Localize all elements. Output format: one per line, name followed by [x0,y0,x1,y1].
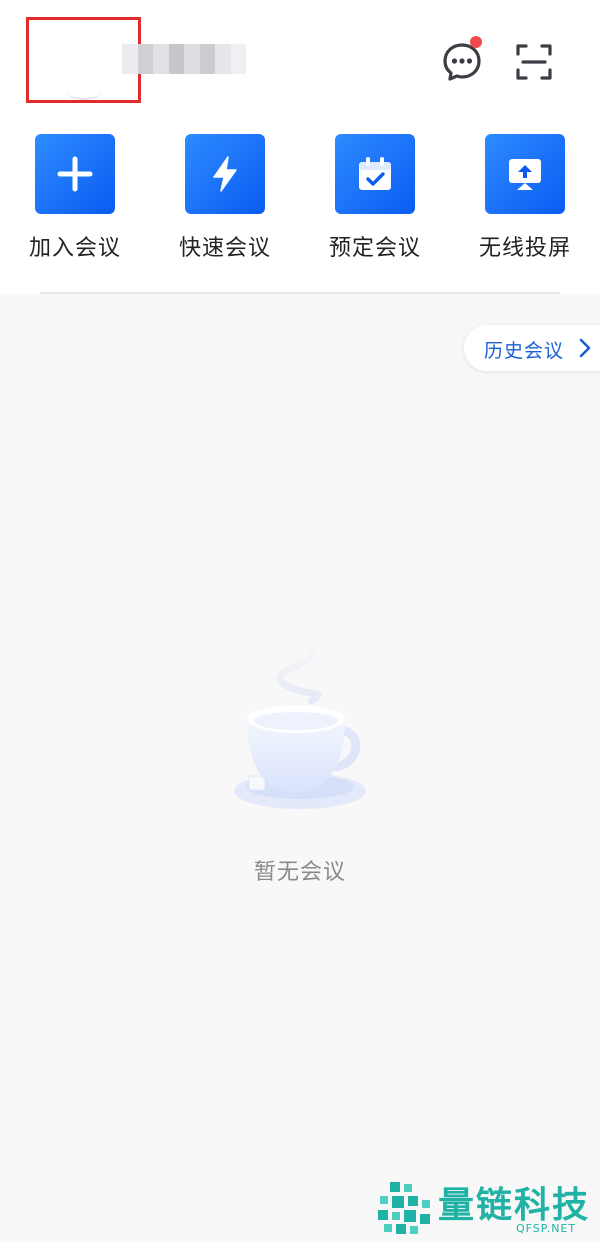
wireless-cast-tile [485,134,565,214]
lightning-icon [213,156,237,192]
scan-icon [516,44,552,80]
divider [40,292,560,294]
join-meeting-tile [35,134,115,214]
screen-cast-icon [509,159,541,190]
notification-badge [470,36,482,48]
calendar-check-icon [359,157,391,190]
join-meeting-label: 加入会议 [28,236,121,261]
coffee-cup-icon [234,639,366,809]
messages-button[interactable] [440,36,484,84]
quick-actions: 加入会议 快速会议 预定会议 无线投屏 [0,134,600,264]
schedule-meeting-tile [335,134,415,214]
watermark: 量链科技 QFSP.NET [376,1176,600,1242]
watermark-logo [378,1182,430,1234]
history-meetings-label: 历史会议 [484,340,565,362]
watermark-subtitle: QFSP.NET [516,1222,577,1235]
avatar [67,84,101,100]
history-meetings-button[interactable]: 历史会议 [464,325,600,371]
schedule-meeting-button[interactable]: 预定会议 [300,134,450,264]
empty-state-text: 暂无会议 [253,860,346,885]
quick-meeting-button[interactable]: 快速会议 [150,134,300,264]
watermark-title: 量链科技 [438,1185,591,1226]
join-meeting-button[interactable]: 加入会议 [0,134,150,264]
plus-icon [57,156,93,192]
quick-meeting-label: 快速会议 [178,236,271,261]
wireless-cast-button[interactable]: 无线投屏 [450,134,600,264]
username-blurred [122,44,246,74]
quick-meeting-tile [185,134,265,214]
scan-button[interactable] [514,42,554,82]
wireless-cast-label: 无线投屏 [478,236,571,261]
chevron-right-icon [579,338,591,358]
header: 加入会议 快速会议 预定会议 无线投屏 [0,0,600,294]
meeting-home-screen: 加入会议 快速会议 预定会议 无线投屏 历史会议 暂无会议 量链科技 QFSP.… [0,0,600,1242]
schedule-meeting-label: 预定会议 [328,236,421,261]
